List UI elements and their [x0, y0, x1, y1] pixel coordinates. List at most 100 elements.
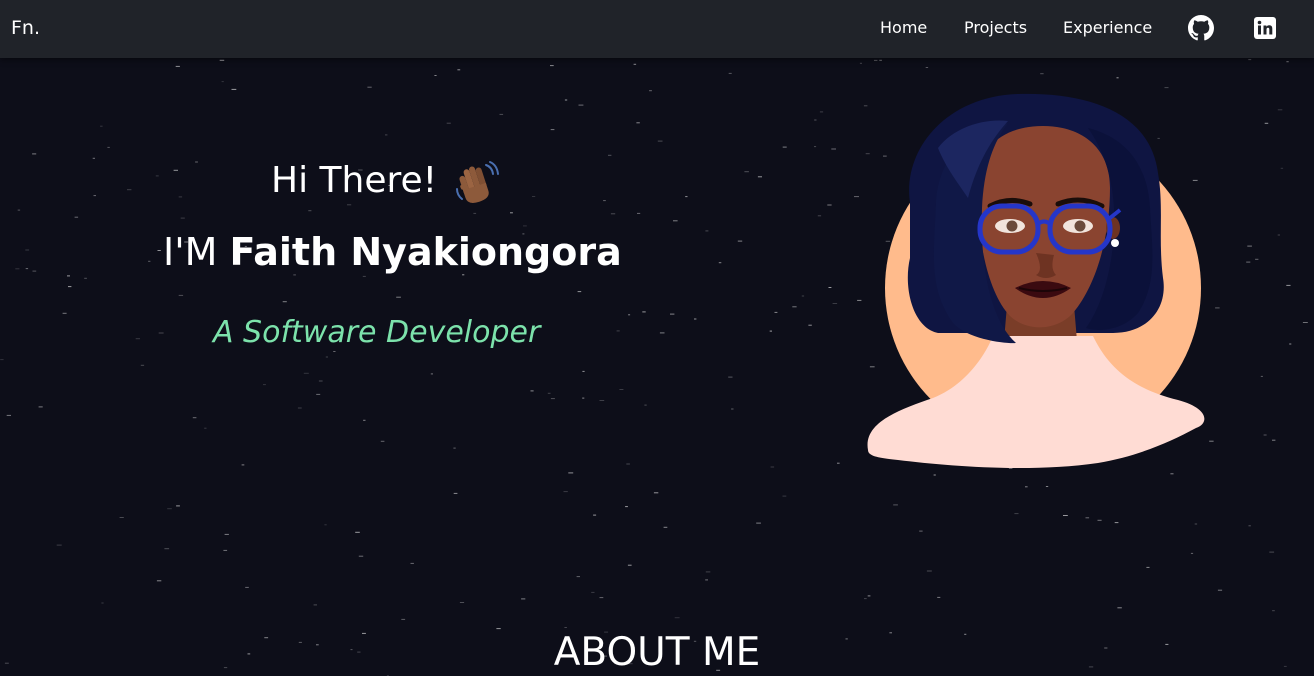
star-speck [355, 531, 360, 533]
star-speck [173, 169, 178, 171]
star-speck [499, 113, 504, 115]
star-speck [224, 533, 229, 535]
star-speck [731, 408, 734, 410]
star-speck [1045, 486, 1049, 487]
star-speck [303, 372, 309, 374]
star-speck [728, 376, 733, 378]
star-speck [1190, 552, 1194, 554]
star-speck [1215, 307, 1220, 309]
star-speck [316, 393, 321, 395]
star-speck [127, 189, 132, 191]
star-speck [410, 562, 414, 564]
star-speck [297, 407, 302, 409]
star-speck [649, 90, 652, 92]
star-speck [616, 330, 620, 332]
star-speck [1014, 513, 1019, 515]
about-me-heading: ABOUT ME [553, 630, 761, 675]
star-speck [175, 65, 180, 67]
star-speck [718, 262, 722, 264]
nav-link-projects[interactable]: Projects [964, 18, 1027, 38]
star-speck [674, 617, 680, 619]
star-speck [167, 508, 172, 510]
star-speck [1255, 258, 1259, 260]
star-speck [25, 249, 30, 251]
star-speck [563, 491, 568, 493]
star-speck [757, 176, 762, 178]
star-speck [591, 591, 595, 593]
star-speck [919, 530, 923, 532]
star-speck [453, 492, 458, 494]
star-speck [532, 196, 536, 197]
star-speck [603, 200, 606, 202]
star-speck [1116, 77, 1119, 79]
star-speck [164, 548, 170, 550]
star-speck [396, 296, 401, 298]
star-speck [1025, 486, 1028, 488]
star-speck [578, 104, 584, 106]
star-speck [1097, 519, 1102, 521]
star-speck [459, 602, 465, 603]
star-speck [837, 462, 840, 464]
star-speck [1246, 261, 1251, 263]
star-speck [685, 196, 688, 198]
star-speck [358, 555, 364, 557]
star-speck [245, 586, 249, 588]
star-speck [1277, 109, 1283, 111]
star-speck [770, 466, 775, 468]
star-speck [633, 63, 637, 65]
star-speck [178, 294, 184, 296]
linkedin-icon[interactable] [1254, 17, 1276, 39]
star-speck [367, 86, 372, 88]
star-speck [1247, 245, 1252, 247]
star-speck [180, 217, 185, 219]
star-speck [32, 270, 37, 272]
star-speck [324, 524, 327, 526]
star-speck [68, 286, 72, 288]
nav-link-home[interactable]: Home [880, 18, 927, 38]
star-speck [1248, 525, 1251, 527]
star-speck [659, 332, 665, 334]
star-speck [92, 157, 95, 159]
star-speck [313, 604, 317, 606]
developer-name: Faith Nyakiongora [229, 230, 622, 274]
star-speck [523, 225, 527, 227]
github-icon[interactable] [1188, 15, 1214, 41]
star-speck [744, 171, 749, 173]
star-speck [62, 312, 67, 314]
star-speck [140, 364, 145, 366]
nav-link-experience[interactable]: Experience [1063, 18, 1152, 38]
star-speck [380, 440, 385, 442]
star-speck [564, 99, 568, 101]
star-speck [637, 212, 641, 214]
star-speck [308, 210, 312, 212]
star-speck [178, 196, 183, 198]
star-speck [550, 129, 555, 131]
star-speck [56, 544, 62, 546]
star-speck [756, 522, 761, 524]
star-speck [832, 303, 838, 304]
star-speck [155, 175, 159, 177]
star-speck [1269, 551, 1275, 553]
star-speck [434, 75, 437, 76]
star-speck [547, 392, 551, 394]
star-speck [156, 580, 162, 582]
brand-logo[interactable]: Fn. [11, 16, 40, 40]
star-speck [195, 161, 198, 163]
star-speck [874, 59, 878, 61]
star-speck [25, 268, 29, 270]
star-speck [223, 549, 228, 551]
star-speck [827, 204, 832, 206]
star-speck [521, 598, 526, 600]
star-speck [1114, 522, 1119, 524]
star-speck [1085, 517, 1090, 519]
star-speck [430, 373, 433, 375]
star-speck [219, 59, 225, 61]
star-speck [644, 404, 647, 406]
star-speck [1272, 439, 1276, 441]
star-speck [1263, 434, 1267, 436]
star-speck [814, 146, 817, 148]
star-speck [1272, 610, 1275, 612]
star-speck [1280, 167, 1284, 169]
star-speck [828, 287, 832, 288]
star-speck [1146, 566, 1150, 568]
